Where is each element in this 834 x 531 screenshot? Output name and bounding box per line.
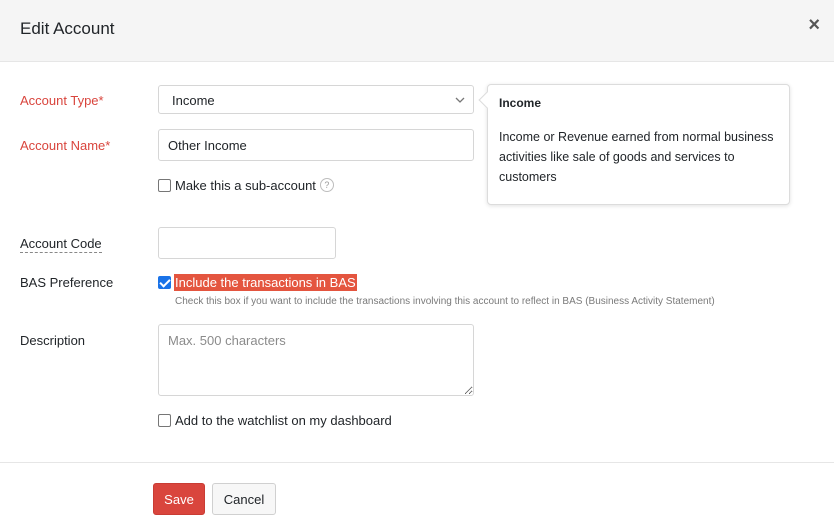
tooltip-body: Income or Revenue earned from normal bus… — [499, 130, 774, 184]
description-textarea[interactable] — [158, 324, 474, 396]
tooltip-arrow — [478, 91, 496, 109]
save-button[interactable]: Save — [153, 483, 205, 515]
watchlist-checkbox[interactable] — [158, 413, 171, 427]
description-label: Description — [20, 333, 86, 348]
account-code-label: Account Code — [20, 236, 102, 253]
modal-title: Edit Account — [20, 19, 115, 38]
bas-checkbox-label: Include the transactions in BAS — [174, 273, 357, 291]
account-type-value: Income — [172, 93, 215, 108]
account-type-tooltip: Income Income or Revenue earned from nor… — [478, 84, 790, 205]
sub-account-checkbox[interactable] — [158, 178, 171, 192]
bas-checkbox[interactable] — [158, 275, 171, 289]
footer-divider — [0, 462, 834, 463]
help-icon[interactable]: ? — [319, 178, 334, 192]
watchlist-row: Add to the watchlist on my dashboard — [158, 412, 392, 428]
sub-account-row: Make this a sub-account ? — [158, 177, 334, 193]
bas-preference-label: BAS Preference — [20, 275, 114, 290]
cancel-button[interactable]: Cancel — [212, 483, 276, 515]
chevron-down-icon — [455, 97, 465, 103]
close-icon[interactable]: × — [808, 15, 820, 35]
modal-header: Edit Account × — [0, 0, 834, 62]
account-name-input[interactable] — [158, 129, 474, 161]
account-code-input[interactable] — [158, 227, 336, 259]
bas-row: Include the transactions in BAS — [158, 273, 357, 291]
bas-hint-text: Check this box if you want to include th… — [175, 296, 715, 307]
account-name-label: Account Name* — [20, 138, 111, 153]
watchlist-label: Add to the watchlist on my dashboard — [175, 412, 392, 428]
sub-account-label: Make this a sub-account — [175, 177, 316, 193]
account-type-select[interactable]: Income — [158, 85, 474, 114]
account-type-label: Account Type* — [20, 93, 104, 108]
tooltip-title: Income — [499, 96, 542, 110]
